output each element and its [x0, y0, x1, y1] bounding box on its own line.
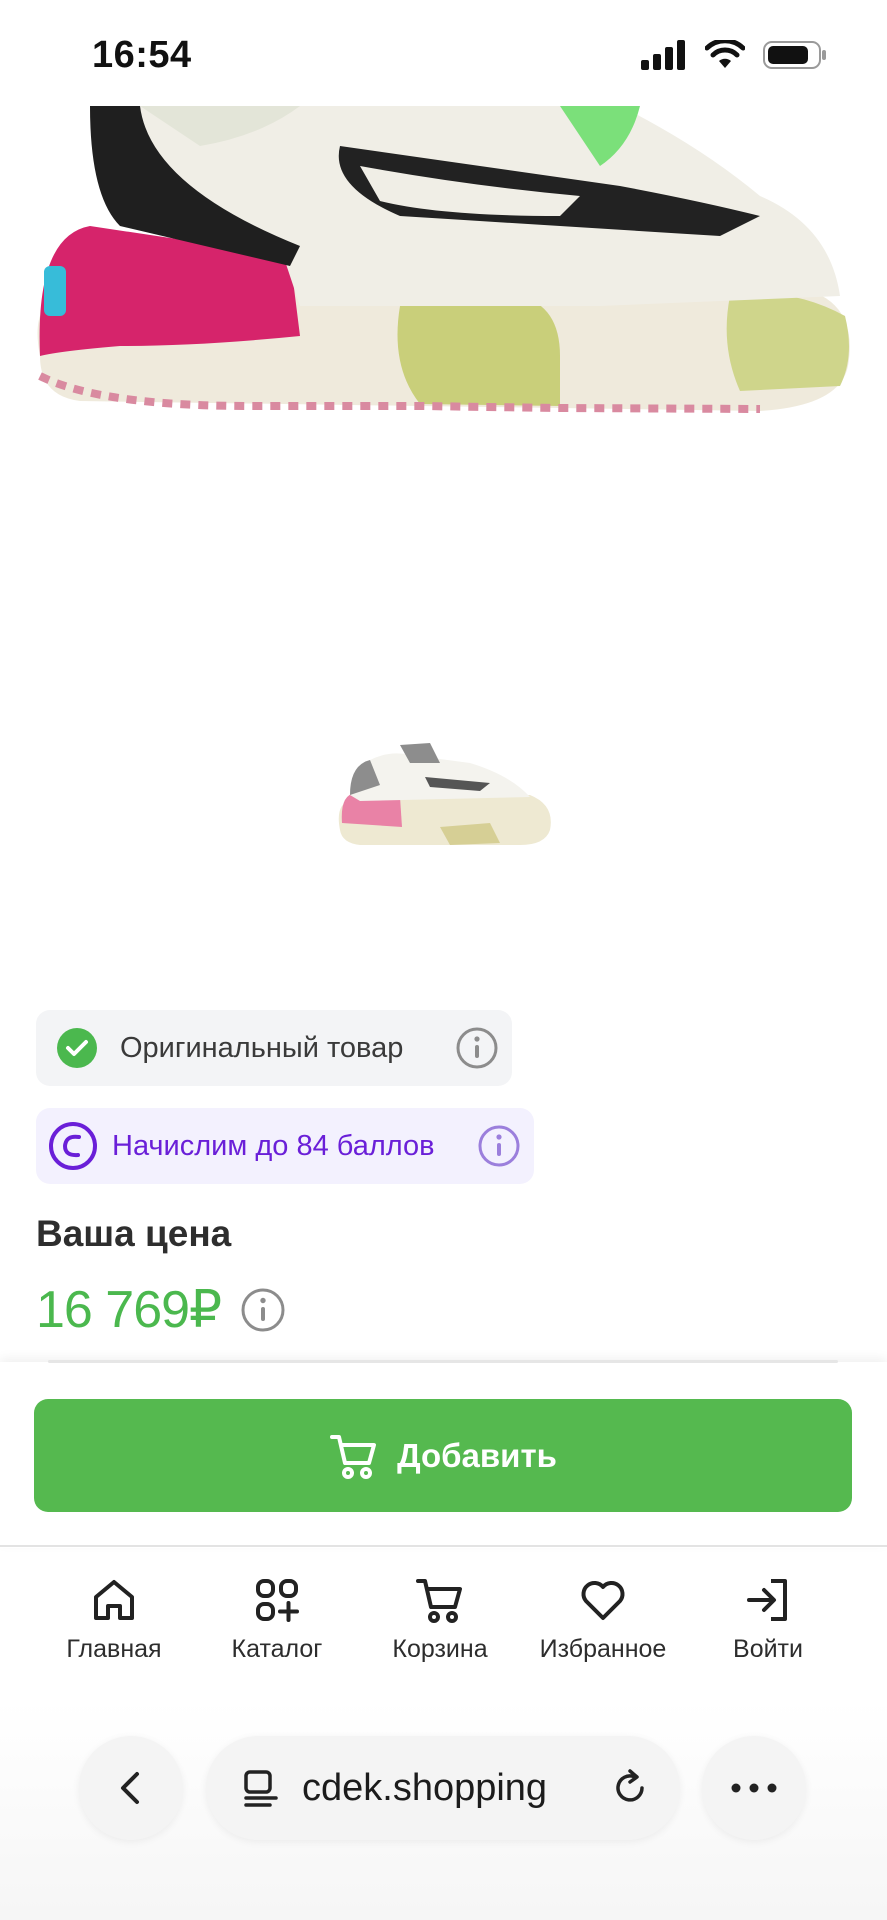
back-button[interactable] [79, 1736, 183, 1840]
tab-label: Войти [733, 1635, 803, 1663]
bonus-points-label: Начислим до 84 баллов [112, 1129, 435, 1162]
tab-label: Главная [66, 1635, 162, 1663]
status-bar: 16:54 [0, 0, 887, 106]
bottom-tab-bar: Главная Каталог Корзина Избранное Войти [0, 1575, 887, 1685]
tab-cart[interactable]: Корзина [355, 1575, 525, 1664]
reload-icon[interactable] [610, 1768, 650, 1808]
home-icon [94, 1580, 134, 1620]
check-circle-icon [57, 1028, 97, 1068]
add-to-cart-label: Добавить [397, 1436, 557, 1474]
address-bar[interactable]: cdek.shopping [206, 1736, 680, 1840]
cart-icon [416, 1579, 462, 1623]
page-menu-icon[interactable] [242, 1768, 282, 1808]
heart-icon [581, 1581, 625, 1620]
price-label: Ваша цена [36, 1213, 232, 1254]
cart-icon [330, 1434, 377, 1479]
tab-home[interactable]: Главная [29, 1575, 199, 1664]
tabbar-divider [0, 1545, 887, 1547]
signal-icon [641, 40, 685, 70]
price-row: 16 769₽ [36, 1280, 285, 1340]
tab-label: Корзина [392, 1635, 488, 1663]
tab-favorites[interactable]: Избранное [518, 1575, 688, 1664]
original-product-badge: Оригинальный товар [36, 1010, 512, 1086]
sheet-edge [48, 1360, 838, 1363]
chevron-left-icon [121, 1772, 139, 1804]
more-icon [731, 1783, 777, 1793]
battery-icon [763, 41, 826, 69]
tab-label: Каталог [231, 1635, 323, 1663]
tab-label: Избранное [539, 1635, 667, 1663]
catalog-icon [256, 1579, 299, 1622]
product-thumbnail[interactable] [330, 735, 560, 855]
status-time: 16:54 [92, 34, 192, 76]
price-value: 16 769₽ [36, 1281, 222, 1339]
more-button[interactable] [702, 1736, 806, 1840]
info-icon[interactable] [456, 1027, 498, 1069]
login-icon [747, 1579, 787, 1621]
info-icon[interactable] [478, 1125, 520, 1167]
add-to-cart-button[interactable]: Добавить [34, 1399, 852, 1512]
url-text: cdek.shopping [302, 1766, 548, 1809]
bonus-points-badge: Начислим до 84 баллов [36, 1108, 534, 1184]
original-product-label: Оригинальный товар [120, 1031, 404, 1064]
status-icons [641, 40, 827, 70]
info-icon[interactable] [241, 1288, 285, 1332]
bonus-coin-icon [49, 1122, 97, 1170]
product-main-image[interactable] [0, 106, 887, 426]
tab-login[interactable]: Войти [683, 1575, 853, 1664]
tab-catalog[interactable]: Каталог [192, 1575, 362, 1664]
wifi-icon [705, 40, 745, 68]
